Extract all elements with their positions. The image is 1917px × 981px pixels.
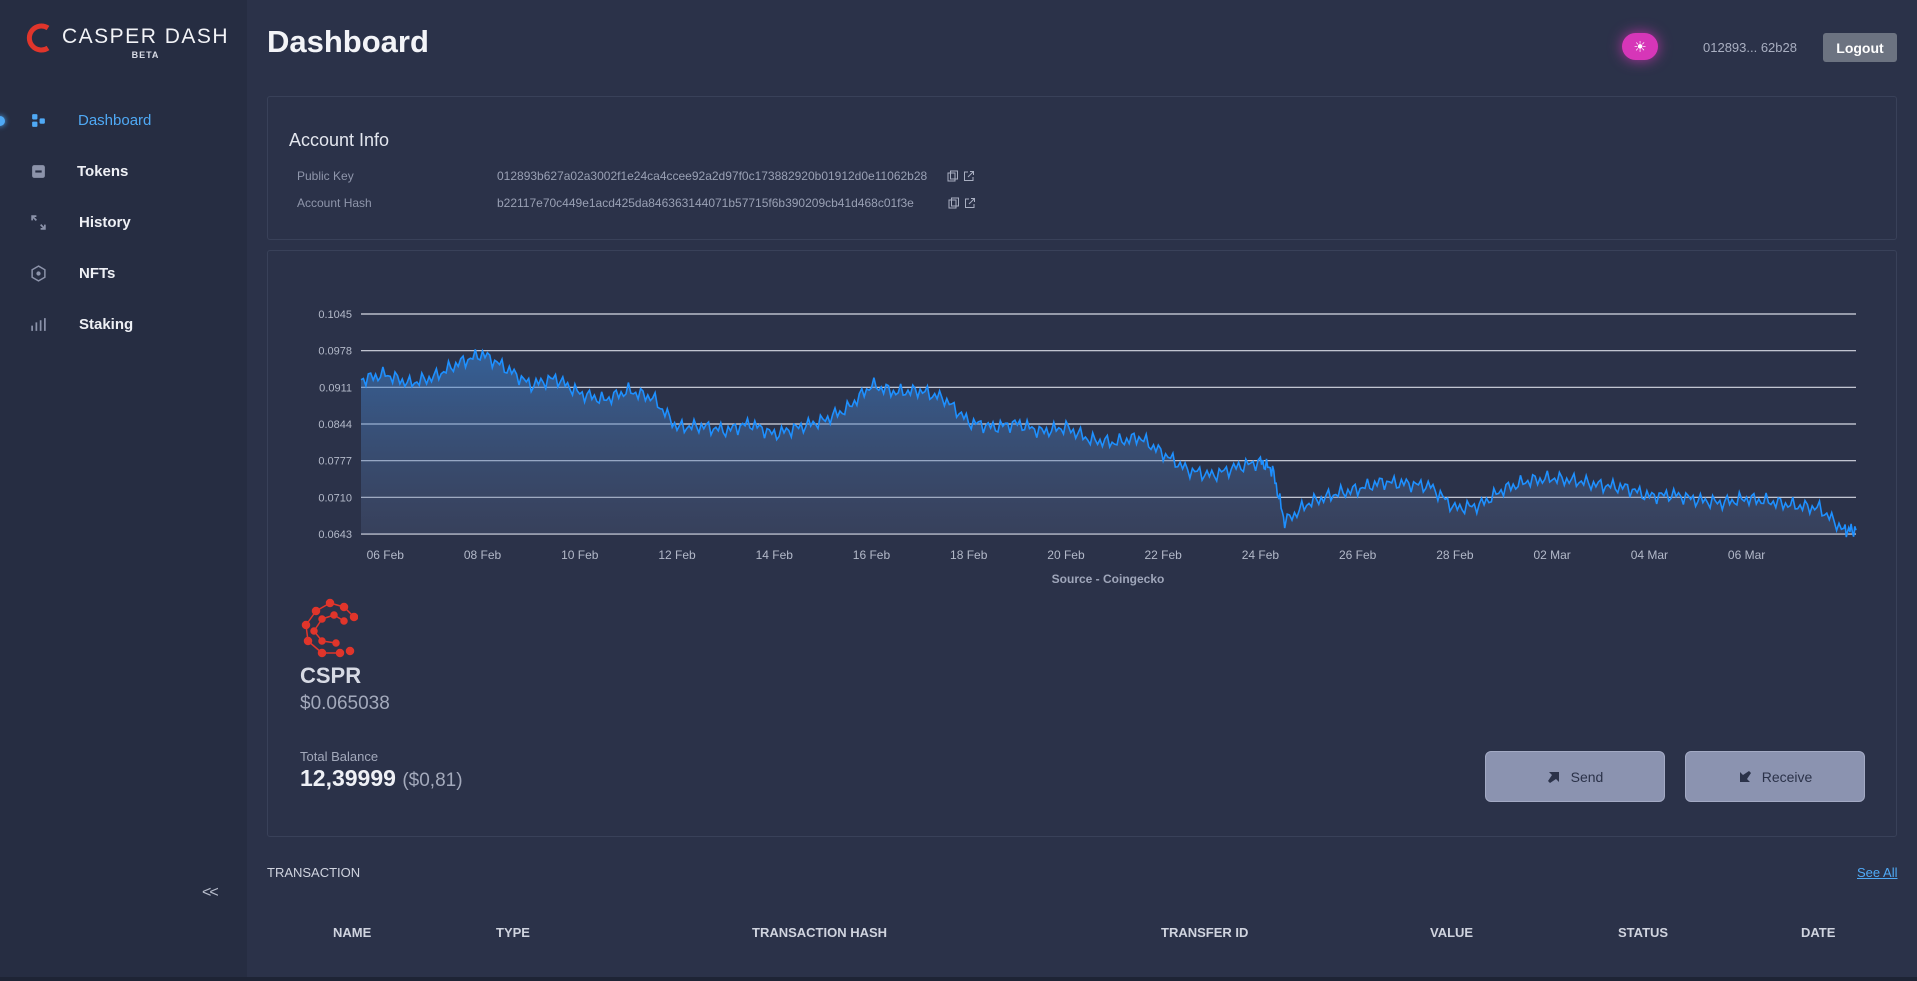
x-tick-label: 18 Feb bbox=[950, 548, 988, 562]
copy-icon[interactable] bbox=[948, 197, 960, 209]
theme-toggle-button[interactable]: ☀ bbox=[1622, 33, 1658, 60]
column-header-transfer-id[interactable]: TRANSFER ID bbox=[1161, 925, 1248, 940]
external-link-icon[interactable] bbox=[963, 170, 975, 182]
account-info-card: Account Info Public Key 012893b627a02a30… bbox=[267, 96, 1897, 240]
y-tick-label: 0.0911 bbox=[319, 382, 352, 394]
total-balance-usd: ($0,81) bbox=[402, 770, 463, 791]
casper-logo-icon bbox=[26, 23, 50, 53]
chart-source-label: Source - Coingecko bbox=[1052, 572, 1165, 586]
transaction-section-title: TRANSACTION bbox=[267, 865, 361, 880]
public-key-label: Public Key bbox=[297, 169, 354, 183]
y-tick-label: 0.0643 bbox=[318, 529, 352, 541]
active-indicator bbox=[0, 115, 5, 126]
column-header-transaction-hash[interactable]: TRANSACTION HASH bbox=[752, 925, 887, 940]
sidebar-item-label: Staking bbox=[79, 316, 134, 333]
x-tick-label: 14 Feb bbox=[756, 548, 794, 562]
account-short-address[interactable]: 012893... 62b28 bbox=[1703, 40, 1797, 55]
y-tick-label: 0.0978 bbox=[318, 346, 352, 358]
sidebar-item-tokens[interactable]: Tokens bbox=[0, 146, 247, 197]
total-balance-amount: 12,39999 bbox=[300, 765, 396, 791]
x-tick-label: 20 Feb bbox=[1047, 548, 1085, 562]
sidebar-nav: Dashboard Tokens History NFTs Staking bbox=[0, 95, 247, 350]
send-arrow-icon bbox=[1547, 771, 1559, 783]
y-tick-label: 0.0844 bbox=[318, 419, 352, 431]
x-tick-label: 06 Mar bbox=[1728, 548, 1765, 562]
app-title: CASPER DASH bbox=[62, 25, 230, 48]
column-header-status[interactable]: STATUS bbox=[1618, 925, 1668, 940]
staking-icon bbox=[31, 318, 46, 331]
x-tick-label: 24 Feb bbox=[1242, 548, 1280, 562]
see-all-link[interactable]: See All bbox=[1857, 865, 1897, 880]
sun-icon: ☀ bbox=[1633, 38, 1647, 56]
history-icon bbox=[31, 215, 46, 230]
x-tick-label: 06 Feb bbox=[367, 548, 405, 562]
y-tick-label: 0.1045 bbox=[318, 309, 352, 321]
column-header-value[interactable]: VALUE bbox=[1430, 925, 1473, 940]
price-chart: 0.1045 0.0978 0.0911 0.0844 0.0777 0.0710 0.06… bbox=[318, 309, 1857, 586]
page-title: Dashboard bbox=[267, 24, 429, 59]
dashboard-icon bbox=[32, 114, 45, 127]
account-hash-value: b22117e70c449e1acd425da846363144071b5771… bbox=[497, 196, 914, 210]
x-tick-label: 22 Feb bbox=[1145, 548, 1183, 562]
public-key-row: Public Key 012893b627a02a3002f1e24ca4cce… bbox=[297, 169, 975, 183]
sidebar-item-dashboard[interactable]: Dashboard bbox=[0, 95, 247, 146]
receive-label: Receive bbox=[1761, 768, 1813, 785]
receive-button[interactable]: Receive bbox=[1685, 751, 1865, 802]
column-header-type[interactable]: TYPE bbox=[496, 925, 530, 940]
price-chart-card: 0.1045 0.0978 0.0911 0.0844 0.0777 0.0710 0.06… bbox=[267, 250, 1897, 837]
receive-arrow-icon bbox=[1739, 770, 1751, 782]
copy-icon[interactable] bbox=[947, 170, 959, 182]
coin-symbol: CSPR bbox=[300, 663, 362, 688]
nfts-icon bbox=[31, 265, 46, 282]
sidebar-item-nfts[interactable]: NFTs bbox=[0, 248, 247, 299]
sidebar: CASPER DASH BETA Dashboard Tokens Histor… bbox=[0, 0, 247, 981]
sidebar-item-label: Tokens bbox=[77, 163, 129, 180]
send-label: Send bbox=[1570, 768, 1604, 785]
account-hash-label: Account Hash bbox=[297, 196, 372, 210]
coin-price: $0.065038 bbox=[300, 693, 390, 714]
tokens-icon bbox=[32, 165, 45, 178]
sidebar-item-label: NFTs bbox=[79, 265, 116, 282]
send-button[interactable]: Send bbox=[1485, 751, 1665, 802]
account-info-title: Account Info bbox=[289, 130, 390, 150]
sidebar-item-label: History bbox=[79, 214, 131, 231]
column-header-name[interactable]: NAME bbox=[333, 925, 371, 940]
sidebar-item-history[interactable]: History bbox=[0, 197, 247, 248]
sidebar-item-label: Dashboard bbox=[78, 112, 152, 129]
account-hash-row: Account Hash b22117e70c449e1acd425da8463… bbox=[297, 196, 976, 210]
beta-badge: BETA bbox=[131, 50, 160, 60]
logout-button[interactable]: Logout bbox=[1823, 33, 1897, 62]
y-tick-label: 0.0777 bbox=[318, 456, 352, 468]
collapse-sidebar-button[interactable]: << bbox=[202, 884, 219, 902]
x-tick-label: 02 Mar bbox=[1533, 548, 1570, 562]
cspr-coin-logo bbox=[301, 598, 358, 658]
bottom-scrollbar-track[interactable] bbox=[0, 977, 1917, 981]
x-tick-label: 26 Feb bbox=[1339, 548, 1377, 562]
external-link-icon[interactable] bbox=[964, 197, 976, 209]
x-tick-label: 10 Feb bbox=[561, 548, 599, 562]
x-tick-label: 12 Feb bbox=[658, 548, 696, 562]
public-key-value: 012893b627a02a3002f1e24ca4ccee92a2d97f0c… bbox=[497, 169, 928, 183]
total-balance-value: 12,39999 ($0,81) bbox=[300, 765, 463, 792]
x-tick-label: 16 Feb bbox=[853, 548, 891, 562]
total-balance-label: Total Balance bbox=[300, 749, 379, 764]
y-tick-label: 0.0710 bbox=[318, 492, 352, 504]
column-header-date[interactable]: DATE bbox=[1801, 925, 1835, 940]
app-logo[interactable]: CASPER DASH BETA bbox=[22, 22, 229, 60]
x-tick-label: 28 Feb bbox=[1436, 548, 1474, 562]
sidebar-item-staking[interactable]: Staking bbox=[0, 299, 247, 350]
x-tick-label: 08 Feb bbox=[464, 548, 502, 562]
x-tick-label: 04 Mar bbox=[1631, 548, 1668, 562]
